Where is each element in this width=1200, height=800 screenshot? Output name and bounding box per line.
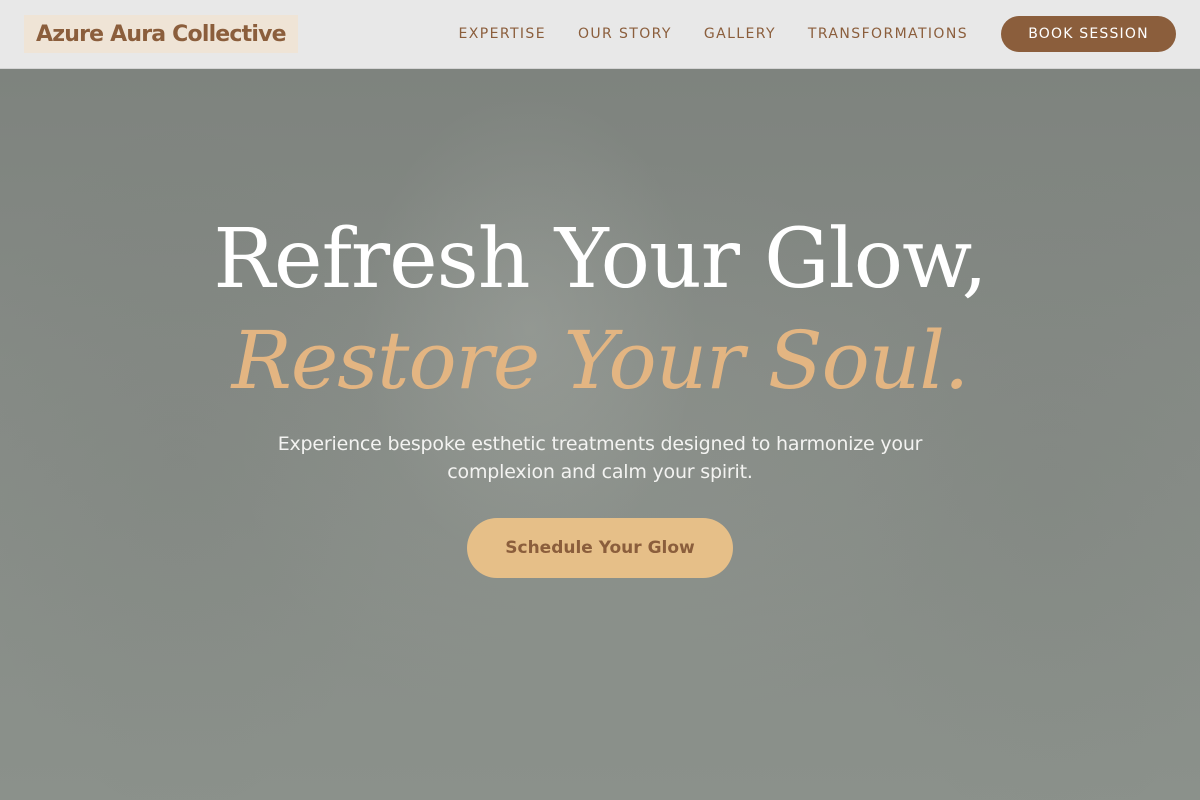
nav-item-transformations: TRANSFORMATIONS (808, 25, 968, 43)
brand-logo-link[interactable]: Azure Aura Collective (24, 15, 298, 53)
hero-headline-line1: Refresh Your Glow, (213, 212, 987, 307)
nav-links: EXPERTISE OUR STORY GALLERY TRANSFORMATI… (459, 25, 968, 43)
nav-item-gallery: GALLERY (704, 25, 776, 43)
nav-link-transformations[interactable]: TRANSFORMATIONS (808, 26, 968, 42)
nav-item-our-story: OUR STORY (578, 25, 672, 43)
nav-link-gallery[interactable]: GALLERY (704, 26, 776, 42)
hero-headline-line2: Restore Your Soul. (231, 314, 970, 407)
hero-section: Refresh Your Glow, Restore Your Soul. Ex… (0, 69, 1200, 800)
main-nav: EXPERTISE OUR STORY GALLERY TRANSFORMATI… (459, 16, 1176, 52)
top-navbar: Azure Aura Collective EXPERTISE OUR STOR… (0, 0, 1200, 69)
book-session-button[interactable]: BOOK SESSION (1001, 16, 1176, 52)
schedule-glow-button[interactable]: Schedule Your Glow (467, 518, 733, 578)
nav-link-our-story[interactable]: OUR STORY (578, 26, 672, 42)
nav-link-expertise[interactable]: EXPERTISE (459, 26, 546, 42)
nav-item-expertise: EXPERTISE (459, 25, 546, 43)
hero-subtitle: Experience bespoke esthetic treatments d… (277, 433, 923, 483)
